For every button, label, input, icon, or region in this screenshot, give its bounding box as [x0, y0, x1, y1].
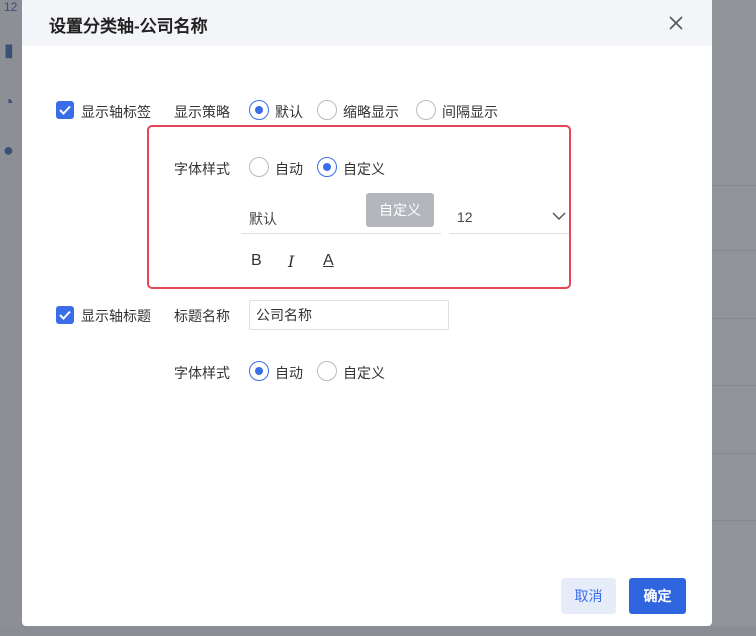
bg-gauge-icon: ◔: [3, 92, 14, 112]
font-size-value: 12: [457, 209, 473, 225]
label-font-custom-radio[interactable]: [317, 157, 337, 177]
close-icon: [669, 16, 683, 30]
title-font-auto-radio[interactable]: [249, 361, 269, 381]
label-font-auto-radio[interactable]: [249, 157, 269, 177]
title-font-style-label: 字体样式: [174, 365, 230, 381]
title-font-custom-radio[interactable]: [317, 361, 337, 381]
label-font-style-label: 字体样式: [174, 161, 230, 177]
font-color-icon[interactable]: A: [323, 252, 334, 270]
strategy-abbrev-radio[interactable]: [317, 100, 337, 120]
title-name-label: 标题名称: [174, 308, 230, 324]
background-bottom-bar: [0, 626, 756, 636]
background-left-panel: 12 ▮ ◔ ●: [0, 0, 22, 636]
cancel-button[interactable]: 取消: [561, 578, 616, 614]
font-size-select[interactable]: 12: [449, 200, 569, 234]
title-name-input[interactable]: [249, 300, 449, 330]
strategy-interval-label[interactable]: 间隔显示: [442, 102, 498, 122]
axis-settings-dialog: 设置分类轴-公司名称 显示轴标签 显示策略 默认 缩略显示 间隔显示 字体样式 …: [22, 0, 712, 626]
strategy-default-radio[interactable]: [249, 100, 269, 120]
custom-tooltip: 自定义: [366, 193, 434, 227]
bg-text-icon: 12: [4, 0, 18, 14]
italic-icon[interactable]: I: [288, 252, 294, 271]
strategy-label: 显示策略: [174, 104, 230, 120]
strategy-abbrev-label[interactable]: 缩略显示: [343, 102, 399, 122]
label-font-custom-label[interactable]: 自定义: [343, 159, 385, 179]
label-font-auto-label[interactable]: 自动: [275, 159, 303, 179]
dialog-header: 设置分类轴-公司名称: [22, 0, 712, 46]
chevron-down-icon: [552, 212, 566, 221]
title-font-custom-label[interactable]: 自定义: [343, 363, 385, 383]
checkmark-icon: [59, 105, 71, 115]
confirm-button[interactable]: 确定: [629, 578, 686, 614]
show-axis-title-checkbox[interactable]: [56, 306, 74, 324]
title-font-auto-label[interactable]: 自动: [275, 363, 303, 383]
close-button[interactable]: [665, 12, 687, 34]
checkmark-icon: [59, 310, 71, 320]
strategy-interval-radio[interactable]: [416, 100, 436, 120]
background-right-panel: [712, 0, 756, 636]
title-name-field[interactable]: [250, 301, 448, 329]
show-axis-label-checkbox[interactable]: [56, 101, 74, 119]
bold-icon[interactable]: B: [251, 252, 262, 270]
dialog-title: 设置分类轴-公司名称: [49, 17, 208, 36]
bg-bar-chart-icon: ▮: [4, 40, 14, 60]
strategy-default-label[interactable]: 默认: [275, 102, 303, 122]
bg-scatter-icon: ●: [3, 140, 14, 160]
show-axis-title-text: 显示轴标题: [81, 308, 151, 324]
font-family-value: 默认: [249, 211, 277, 227]
show-axis-label-text: 显示轴标签: [81, 104, 151, 120]
